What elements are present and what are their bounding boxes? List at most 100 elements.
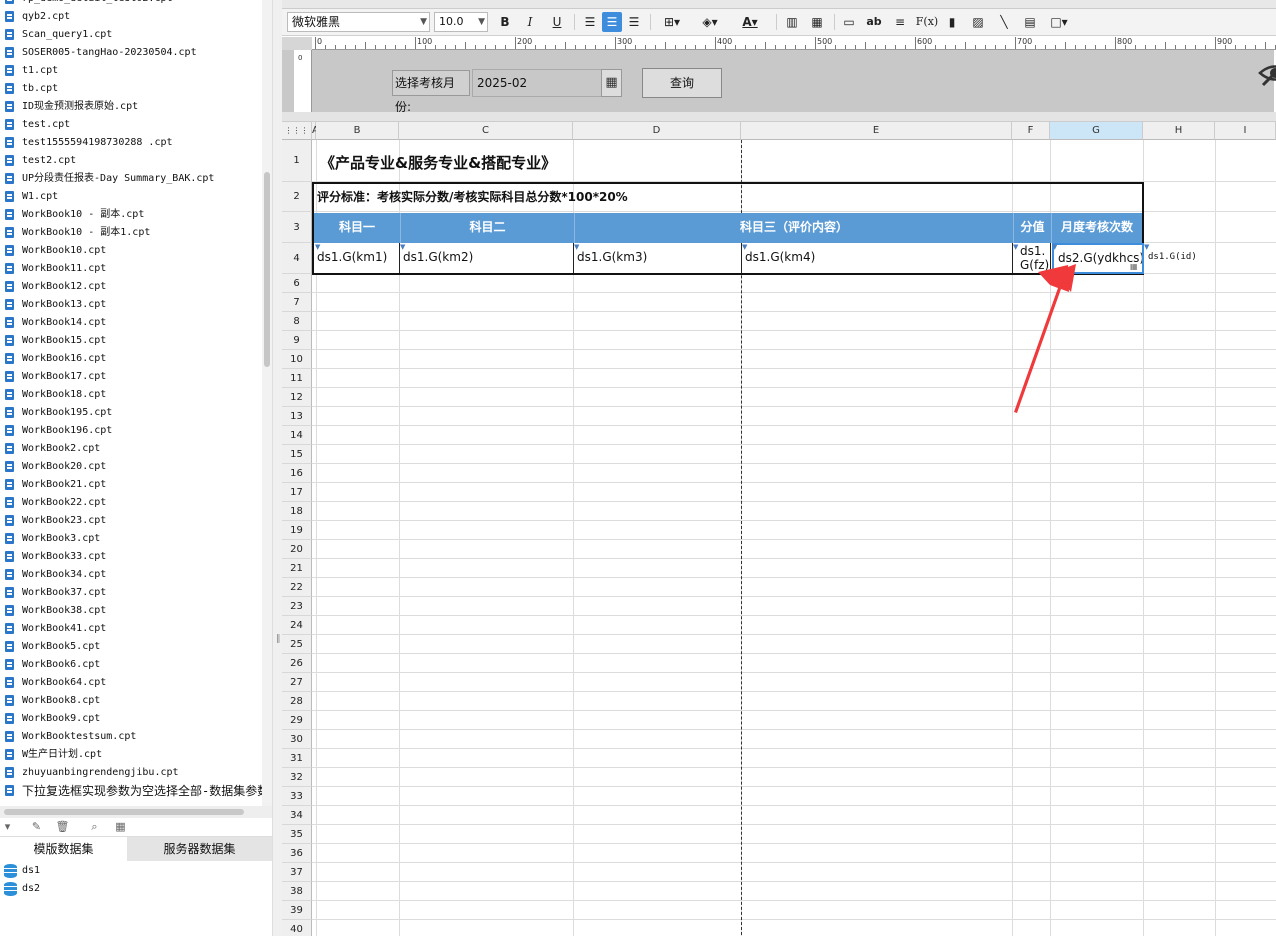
row-header-16[interactable]: 16 [282,464,312,483]
bold-button[interactable]: B [495,12,515,32]
column-header-h[interactable]: H [1143,122,1215,140]
file-tree-item[interactable]: WorkBook18.cpt [0,386,262,404]
header-cell-subject3[interactable]: 科目三（评价内容） [574,213,1013,243]
row-header-30[interactable]: 30 [282,730,312,749]
file-tree-item[interactable]: SOSER005-tangHao-20230504.cpt [0,44,262,62]
file-tree-item[interactable]: ID现金预测报表原始.cpt [0,98,262,116]
file-tree-item[interactable]: WorkBook9.cpt [0,710,262,728]
file-tree-item[interactable]: WorkBook33.cpt [0,548,262,566]
row-header-17[interactable]: 17 [282,483,312,502]
file-tree-item[interactable]: WorkBook12.cpt [0,278,262,296]
row-header-34[interactable]: 34 [282,806,312,825]
file-tree-item[interactable]: WorkBook3.cpt [0,530,262,548]
dataset-item[interactable]: ds2 [0,880,272,898]
column-header-c[interactable]: C [399,122,573,140]
param-panel-divider[interactable] [282,112,1276,122]
row-header-15[interactable]: 15 [282,445,312,464]
header-cell-subject2[interactable]: 科目二 [400,213,574,243]
row-header-31[interactable]: 31 [282,749,312,768]
row-header-19[interactable]: 19 [282,521,312,540]
merge-cells-icon[interactable]: ▥ [782,12,802,32]
query-button[interactable]: 查询 [642,68,722,98]
row-header-36[interactable]: 36 [282,844,312,863]
row-header-7[interactable]: 7 [282,293,312,312]
add-dataset-dropdown-icon[interactable]: ▾ [0,820,15,834]
preview-dataset-icon[interactable]: ⌕ [87,820,102,834]
row-header-28[interactable]: 28 [282,692,312,711]
panel-splitter[interactable]: ‖ [272,0,282,936]
file-tree-item[interactable]: WorkBook11.cpt [0,260,262,278]
insert-text-icon[interactable]: ▭ [839,12,859,32]
row-header-20[interactable]: 20 [282,540,312,559]
file-tree-item[interactable]: t1.cpt [0,62,262,80]
file-tree-item[interactable]: UP分段责任报表-Day Summary_BAK.cpt [0,170,262,188]
file-tree-horizontal-scrollbar[interactable] [0,806,272,818]
row-header-38[interactable]: 38 [282,882,312,901]
cell-c4[interactable]: ds1.G(km2) [403,250,571,268]
align-right-icon[interactable]: ☰ [624,12,644,32]
paragraph-icon[interactable]: ≡ [890,12,910,32]
column-header-d[interactable]: D [573,122,741,140]
italic-button[interactable]: I [520,12,540,32]
column-header-i[interactable]: I [1215,122,1276,140]
row-header-39[interactable]: 39 [282,901,312,920]
font-family-select[interactable]: 微软雅黑 ▼ [287,12,430,32]
file-tree-item[interactable]: WorkBook64.cpt [0,674,262,692]
row-header-6[interactable]: 6 [282,274,312,293]
file-tree-item[interactable]: test2.cpt [0,152,262,170]
insert-chart-icon[interactable]: ▮ [942,12,962,32]
file-tree-item[interactable]: WorkBook16.cpt [0,350,262,368]
file-tree-item[interactable]: WorkBook20.cpt [0,458,262,476]
file-tree-item[interactable]: WorkBook37.cpt [0,584,262,602]
cell-f4[interactable]: ds1.G(fz) [1020,244,1050,274]
cell-e4[interactable]: ds1.G(km4) [745,250,1005,268]
file-tree-item[interactable]: WorkBooktestsum.cpt [0,728,262,746]
file-tree-item[interactable]: WorkBook10 - 副本.cpt [0,206,262,224]
file-tree-item[interactable]: rp_demo_detail_test02.cpt [0,0,262,8]
row-header-23[interactable]: 23 [282,597,312,616]
column-header-g[interactable]: G [1050,122,1143,140]
sub-report-icon[interactable]: ▤ [1020,12,1040,32]
hide-eye-icon[interactable] [1257,58,1276,88]
cell-b4[interactable]: ds1.G(km1) [317,250,399,268]
file-tree-scroll-thumb[interactable] [264,172,270,367]
row-header-40[interactable]: 40 [282,920,312,936]
row-header-18[interactable]: 18 [282,502,312,521]
row-header-24[interactable]: 24 [282,616,312,635]
auto-wrap-icon[interactable]: ab [864,12,884,32]
row-header-29[interactable]: 29 [282,711,312,730]
tab-server-dataset[interactable]: 服务器数据集 [127,837,272,861]
row-header-12[interactable]: 12 [282,388,312,407]
file-tree-item[interactable]: tb.cpt [0,80,262,98]
file-tree-item[interactable]: WorkBook8.cpt [0,692,262,710]
split-cells-icon[interactable]: ▦ [807,12,827,32]
file-tree-item[interactable]: WorkBook23.cpt [0,512,262,530]
file-tree-item[interactable]: Scan_query1.cpt [0,26,262,44]
row-header-3[interactable]: 3 [282,212,312,243]
file-tree-item[interactable]: 下拉复选框实现参数为空选择全部-数据集参数.cpt [0,782,262,800]
select-all-corner[interactable]: ⋮⋮⋮ [282,122,312,140]
file-tree-item[interactable]: test1555594198730288 .cpt [0,134,262,152]
file-tree-item[interactable]: WorkBook38.cpt [0,602,262,620]
calendar-icon[interactable]: ▦ [601,69,622,97]
row-header-25[interactable]: 25 [282,635,312,654]
file-tree-item[interactable]: WorkBook34.cpt [0,566,262,584]
month-param-input[interactable]: 2025-02 [472,69,602,97]
file-tree-item[interactable]: W1.cpt [0,188,262,206]
row-header-33[interactable]: 33 [282,787,312,806]
file-tree-item[interactable]: WorkBook22.cpt [0,494,262,512]
file-tree-item[interactable]: WorkBook13.cpt [0,296,262,314]
edit-dataset-icon[interactable]: ✎ [29,820,44,834]
row-header-13[interactable]: 13 [282,407,312,426]
row-header-2[interactable]: 2 [282,182,312,212]
file-tree-item[interactable]: qyb2.cpt [0,8,262,26]
file-tree-item[interactable]: WorkBook2.cpt [0,440,262,458]
row-header-27[interactable]: 27 [282,673,312,692]
file-tree-item[interactable]: WorkBook196.cpt [0,422,262,440]
file-tree-item[interactable]: WorkBook14.cpt [0,314,262,332]
row-header-4[interactable]: 4 [282,243,312,274]
cell-d4[interactable]: ds1.G(km3) [577,250,737,268]
delete-dataset-icon[interactable]: 🗑 [55,820,70,834]
criteria-cell[interactable]: 评分标准：考核实际分数/考核实际科目总分数*100*20% [317,185,917,209]
file-tree-item[interactable]: zhuyuanbingrendengjibu.cpt [0,764,262,782]
